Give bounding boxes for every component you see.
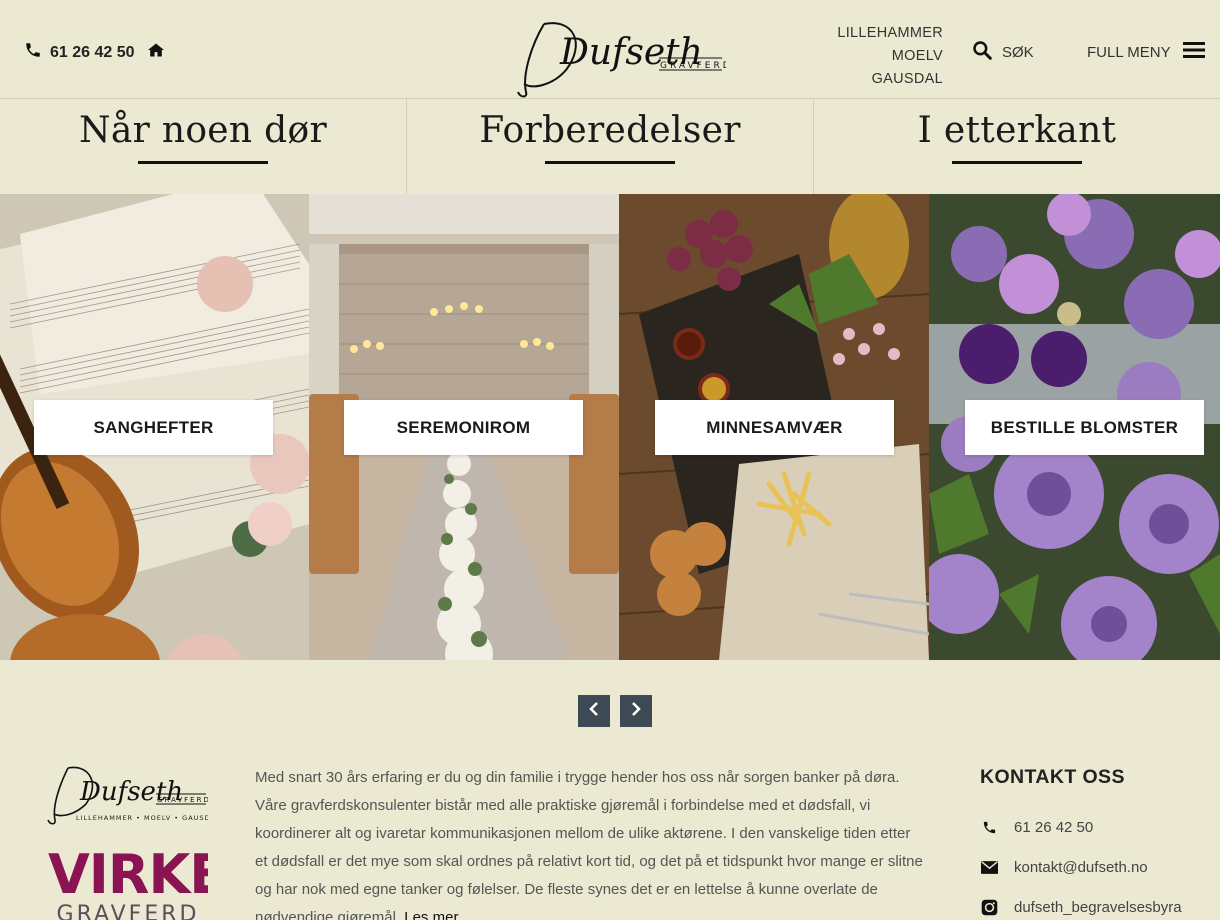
location-link-lillehammer[interactable]: LILLEHAMMER [830,22,943,45]
location-link-gausdal[interactable]: GAUSDAL [830,68,943,91]
image-slider: SANGHEFTER SEREMONIROM MINNESAMVÆR BESTI… [0,194,1220,660]
search-button[interactable]: SØK [972,40,1034,64]
contact-block: KONTAKT OSS 61 26 42 50 kontakt@dufseth.… [980,766,1210,920]
virke-wordmark: VIRKE [48,846,208,906]
location-link-moelv[interactable]: MOELV [830,45,943,68]
section-title: Forberedelser [479,110,741,151]
tile-button-seremonirom[interactable]: SEREMONIROM [344,400,583,455]
slide-minnesamvaer[interactable]: MINNESAMVÆR [619,194,929,660]
contact-instagram[interactable]: dufseth_begravelsesbyra [980,887,1210,920]
footer-logo-places: LILLEHAMMER • MOELV • GAUSDAL [76,814,208,822]
location-links: LILLEHAMMER MOELV GAUSDAL [830,22,943,91]
chevron-left-icon [587,701,601,722]
search-label: SØK [1002,43,1034,61]
phone-icon [24,41,42,64]
contact-title: KONTAKT OSS [980,766,1125,788]
section-nav: Når noen dør Forberedelser I etterkant [0,99,1220,194]
footer-logo[interactable]: Dufseth GRAVFERD LILLEHAMMER • MOELV • G… [46,762,220,828]
logo-subtitle: GRAVFERD [660,61,726,71]
section-underline [138,161,268,164]
header-phone-number[interactable]: 61 26 42 50 [50,44,135,62]
section-title: Når noen dør [79,110,327,151]
site-logo[interactable]: Dufseth GRAVFERD [514,14,730,100]
contact-email-address: kontakt@dufseth.no [1014,858,1148,876]
chevron-right-icon [629,701,643,722]
section-nar-noen-dor[interactable]: Når noen dør [0,99,406,194]
tile-button-sanghefter[interactable]: SANGHEFTER [34,400,273,455]
tile-button-bestille-blomster[interactable]: BESTILLE BLOMSTER [965,400,1204,455]
contact-phone[interactable]: 61 26 42 50 [980,807,1210,847]
section-underline [545,161,675,164]
slider-controls [578,695,652,727]
slide-sanghefter[interactable]: SANGHEFTER [0,194,309,660]
slide-bestille-blomster[interactable]: BESTILLE BLOMSTER [929,194,1220,660]
read-more-link[interactable]: Les mer [404,909,458,920]
section-title: I etterkant [917,110,1117,151]
full-menu-label: FULL MENY [1087,43,1171,61]
search-icon [972,40,992,64]
envelope-icon [980,860,998,874]
contact-email[interactable]: kontakt@dufseth.no [980,847,1210,887]
full-menu-button[interactable]: FULL MENY [1087,41,1205,63]
contact-instagram-handle: dufseth_begravelsesbyra [1014,898,1182,916]
slider-next-button[interactable] [620,695,652,727]
hamburger-icon [1182,41,1205,63]
section-forberedelser[interactable]: Forberedelser [406,99,813,194]
header-phone[interactable]: 61 26 42 50 [24,41,165,64]
phone-icon [980,820,998,835]
slider-prev-button[interactable] [578,695,610,727]
virke-logo[interactable]: VIRKE GRAVFERD [48,846,208,920]
instagram-icon [980,899,998,916]
site-header: 61 26 42 50 Dufseth GRAVFERD LILLEHAMMER… [0,0,1220,99]
about-paragraph: Med snart 30 års erfaring er du og din f… [255,769,923,920]
slide-seremonirom[interactable]: SEREMONIROM [309,194,619,660]
section-underline [952,161,1082,164]
virke-subtitle: GRAVFERD [56,902,200,920]
tile-button-minnesamvaer[interactable]: MINNESAMVÆR [655,400,894,455]
section-i-etterkant[interactable]: I etterkant [813,99,1220,194]
home-icon[interactable] [147,42,165,63]
contact-phone-number: 61 26 42 50 [1014,818,1094,836]
about-text: Med snart 30 års erfaring er du og din f… [255,764,925,920]
footer-logo-subtitle: GRAVFERD [157,796,208,804]
